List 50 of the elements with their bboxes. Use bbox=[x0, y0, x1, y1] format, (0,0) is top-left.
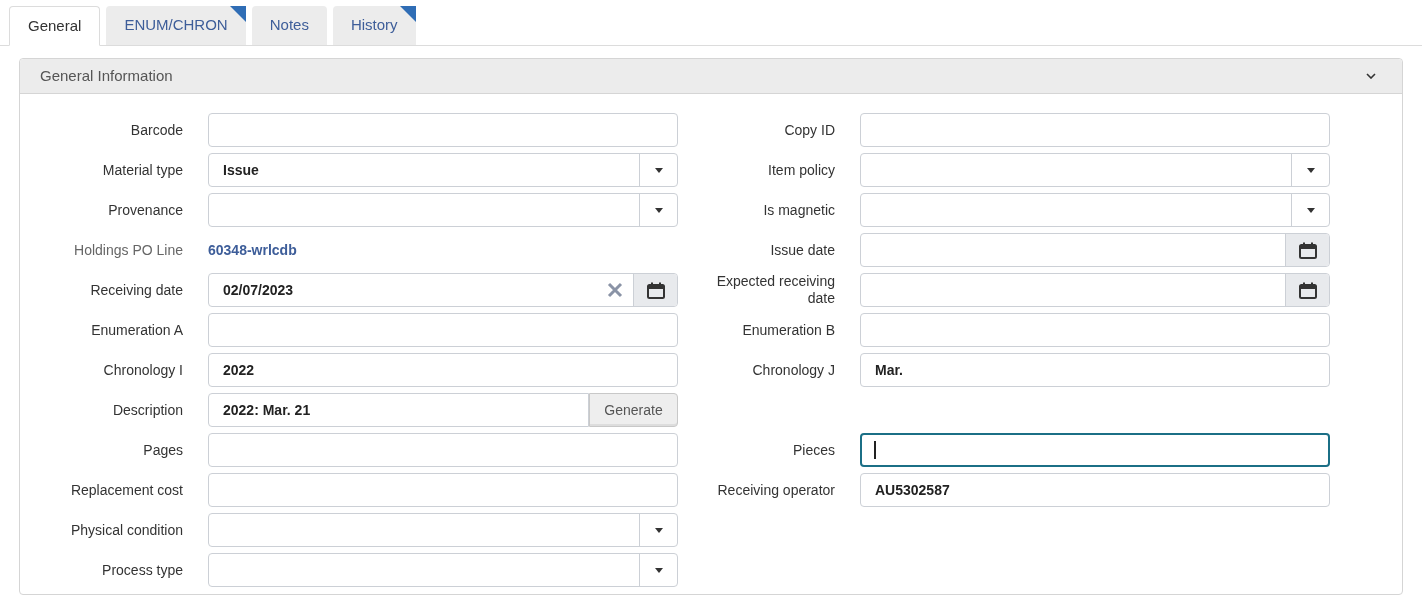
field-label: Chronology I bbox=[103, 361, 183, 379]
field-label: Holdings PO Line bbox=[74, 241, 183, 259]
field-label: Physical condition bbox=[70, 521, 183, 539]
dropdown-field[interactable] bbox=[208, 193, 678, 227]
text-cursor bbox=[874, 441, 876, 459]
field-label: Enumeration A bbox=[91, 321, 183, 339]
input-field[interactable] bbox=[860, 433, 1330, 467]
field-label: Copy ID bbox=[784, 121, 835, 139]
field-label: Process type bbox=[102, 561, 183, 579]
section-title: General Information bbox=[40, 65, 173, 86]
generate-button[interactable]: Generate bbox=[589, 393, 678, 427]
field-label: Receiving date bbox=[90, 281, 183, 299]
tab[interactable]: ENUM/CHRON bbox=[106, 6, 246, 45]
field-label: Provenance bbox=[108, 201, 183, 219]
caret-icon bbox=[654, 567, 663, 573]
dropdown-field[interactable] bbox=[860, 153, 1330, 187]
caret-icon bbox=[654, 207, 663, 213]
chevron-icon bbox=[1366, 73, 1376, 79]
caret-icon bbox=[654, 527, 663, 533]
dropdown-field[interactable] bbox=[860, 193, 1330, 227]
field-label: Barcode bbox=[130, 121, 183, 139]
field-label: Description bbox=[112, 401, 183, 419]
caret-icon bbox=[1306, 167, 1315, 173]
field-label: Is magnetic bbox=[763, 201, 835, 219]
po-line-link[interactable]: 60348-wrlcdb bbox=[208, 239, 297, 261]
field-label: Issue date bbox=[770, 241, 835, 259]
field-label: Expected receiving date bbox=[715, 273, 835, 307]
dropdown-field[interactable] bbox=[208, 513, 678, 547]
field-label: Replacement cost bbox=[70, 481, 183, 499]
input-field[interactable]: AU5302587 bbox=[860, 473, 1330, 507]
field-label: Pieces bbox=[792, 441, 835, 459]
dropdown-field[interactable] bbox=[208, 553, 678, 587]
corner-flag-icon bbox=[399, 6, 416, 22]
field-label: Receiving operator bbox=[717, 481, 835, 499]
input-field[interactable]: 2022 bbox=[208, 353, 678, 387]
field-label: Material type bbox=[102, 161, 183, 179]
dropdown-field[interactable]: Issue bbox=[208, 153, 678, 187]
section-header[interactable]: General Information bbox=[20, 59, 1402, 94]
tab[interactable]: General bbox=[9, 6, 101, 46]
tab[interactable]: Notes bbox=[251, 6, 327, 45]
corner-flag-icon bbox=[229, 6, 246, 22]
tab[interactable]: History bbox=[332, 6, 416, 45]
input-field[interactable]: Mar. bbox=[860, 353, 1330, 387]
field-label: Enumeration B bbox=[742, 321, 835, 339]
caret-icon bbox=[654, 167, 663, 173]
input-field[interactable]: 2022: Mar. 21 bbox=[208, 393, 589, 427]
field-label: Pages bbox=[143, 441, 183, 459]
field-label: Chronology J bbox=[752, 361, 835, 379]
caret-icon bbox=[1306, 207, 1315, 213]
field-label: Item policy bbox=[768, 161, 835, 179]
